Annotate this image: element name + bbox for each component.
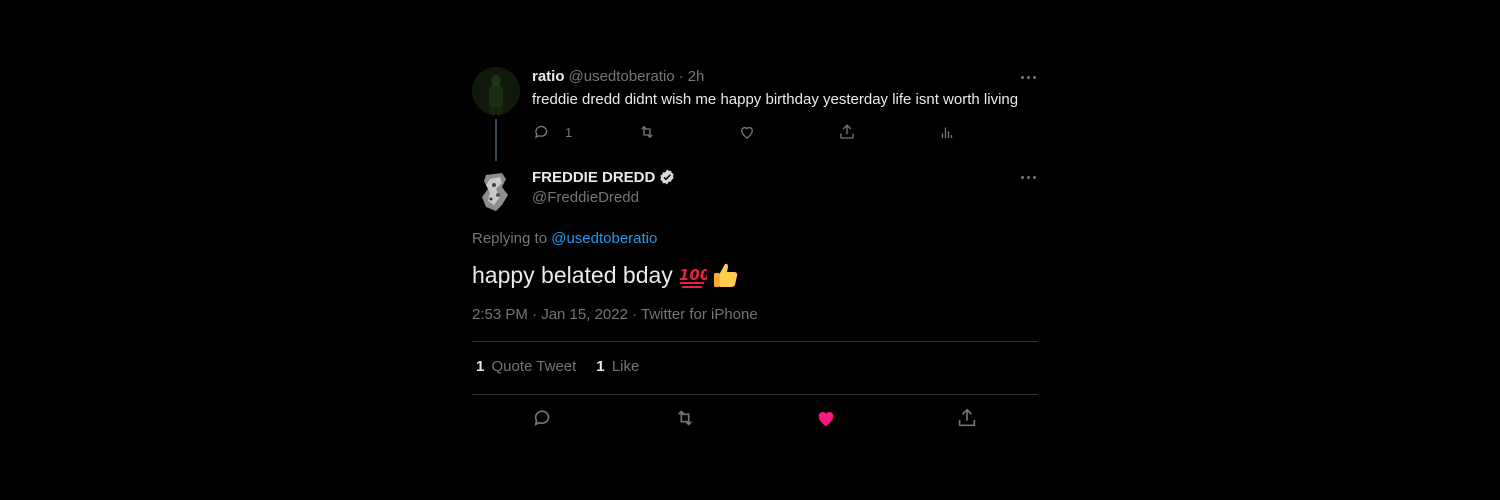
like-count: 1 xyxy=(596,358,605,375)
main-tweet-body: happy belated bday xyxy=(472,261,673,288)
thread-line xyxy=(495,119,497,161)
divider-bottom xyxy=(472,394,1038,395)
analytics-icon xyxy=(941,127,953,138)
quote-tweet-count: 1 xyxy=(476,358,485,375)
parent-tweet-header: ratio @usedtoberatio · 2h xyxy=(532,68,708,85)
like-stat[interactable]: 1 Like xyxy=(596,358,639,375)
quote-tweet-stat[interactable]: 1 Quote Tweet xyxy=(476,358,576,375)
main-share-button[interactable] xyxy=(956,407,978,429)
main-like-button[interactable] xyxy=(815,407,837,429)
main-tweet-author-row: FREDDIE DREDD xyxy=(532,168,676,186)
engagement-stats: 1 Quote Tweet 1 Like xyxy=(476,358,659,375)
verified-badge-icon xyxy=(660,169,675,185)
replying-to-handle[interactable]: @usedtoberatio xyxy=(551,230,657,247)
parent-analytics-button[interactable] xyxy=(938,123,956,141)
parent-time[interactable]: 2h xyxy=(688,68,705,85)
parent-retweet-button[interactable] xyxy=(638,123,656,141)
parent-like-button[interactable] xyxy=(738,123,756,141)
ratio-avatar[interactable] xyxy=(472,67,520,115)
parent-author-name[interactable]: ratio xyxy=(532,68,565,85)
retweet-icon xyxy=(677,410,693,426)
parent-reply-button[interactable]: 1 xyxy=(533,123,572,141)
main-retweet-button[interactable] xyxy=(674,407,696,429)
hundred-points-emoji-icon: 100 xyxy=(679,266,707,288)
parent-author-handle[interactable]: @usedtoberatio xyxy=(569,68,675,85)
share-icon xyxy=(840,124,854,139)
like-icon-filled xyxy=(818,412,834,427)
parent-more-icon[interactable] xyxy=(1021,76,1036,79)
main-reply-button[interactable] xyxy=(532,407,554,429)
like-icon xyxy=(741,126,753,139)
main-more-icon[interactable] xyxy=(1021,176,1036,179)
main-tweet-timestamp[interactable]: 2:53 PM · Jan 15, 2022 · Twitter for iPh… xyxy=(472,306,758,323)
main-author-handle[interactable]: @FreddieDredd xyxy=(532,189,639,206)
main-author-name[interactable]: FREDDIE DREDD xyxy=(532,169,655,186)
freddie-avatar[interactable] xyxy=(472,167,520,215)
divider-top xyxy=(472,341,1038,342)
like-label: Like xyxy=(611,358,640,375)
parent-tweet-text: freddie dredd didnt wish me happy birthd… xyxy=(532,91,1019,108)
reply-icon xyxy=(534,410,550,426)
svg-text:100: 100 xyxy=(679,266,707,284)
quote-tweet-label: Quote Tweet xyxy=(491,358,577,375)
share-icon xyxy=(958,408,976,427)
parent-reply-count: 1 xyxy=(565,124,573,140)
parent-separator: · xyxy=(678,68,684,85)
thumbs-up-emoji-icon xyxy=(713,263,738,287)
replying-to-label: Replying to xyxy=(472,230,548,247)
reply-icon xyxy=(534,125,548,139)
parent-share-button[interactable] xyxy=(838,123,856,141)
main-tweet-text: happy belated bday 100 xyxy=(472,260,741,290)
replying-to: Replying to @usedtoberatio xyxy=(472,230,657,247)
retweet-icon xyxy=(641,125,653,139)
